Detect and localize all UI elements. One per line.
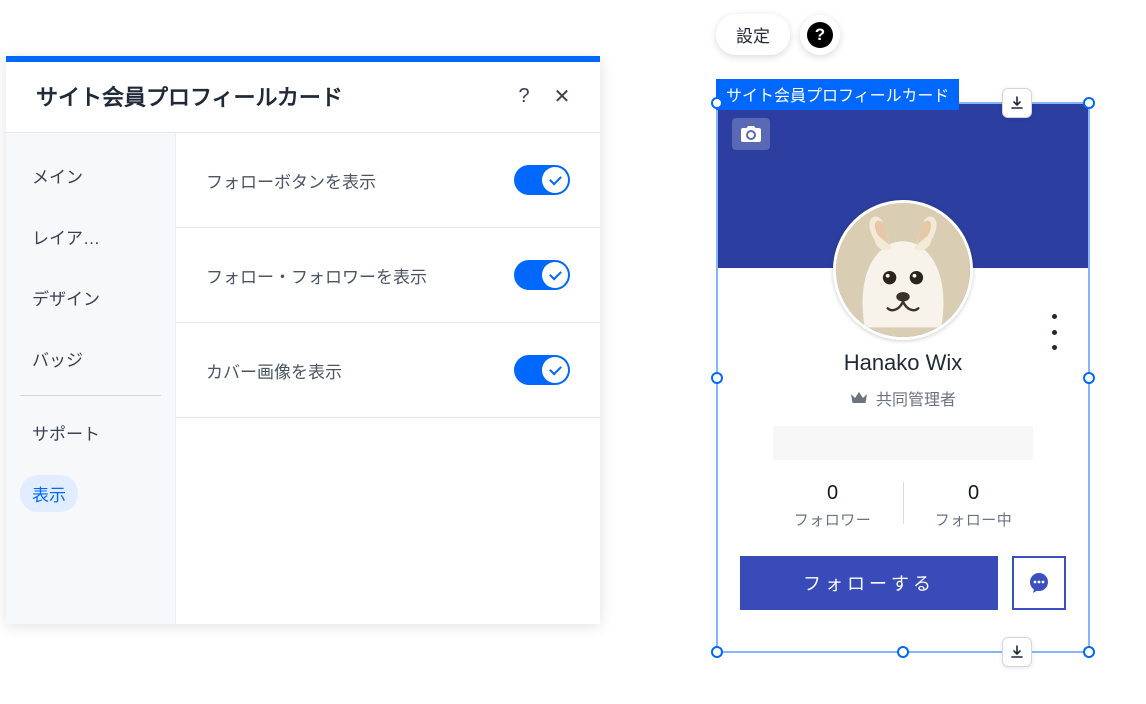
profile-card-preview[interactable]: Hanako Wix 共同管理者 0 フォロワー 0 フォロー中 フォローする xyxy=(716,102,1090,653)
sidebar-item-design[interactable]: デザイン xyxy=(20,279,161,316)
download-icon xyxy=(1009,95,1025,111)
role-row: 共同管理者 xyxy=(718,386,1088,410)
avatar[interactable] xyxy=(833,200,973,340)
setting-row-cover-image: カバー画像を表示 xyxy=(176,323,600,418)
panel-title: サイト会員プロフィールカード xyxy=(36,80,500,112)
selected-component-label: サイト会員プロフィールカード xyxy=(716,79,959,110)
role-label: 共同管理者 xyxy=(876,386,956,410)
check-icon xyxy=(549,362,562,375)
followers-count: 0 xyxy=(763,482,903,505)
toggle-knob xyxy=(542,357,568,383)
toggle-knob xyxy=(542,167,568,193)
crown-icon xyxy=(850,391,868,405)
sidebar-item-layout[interactable]: レイア… xyxy=(20,218,161,255)
setting-label: フォロー・フォロワーを表示 xyxy=(206,263,427,288)
help-button[interactable]: ? xyxy=(800,15,840,55)
sidebar-item-main[interactable]: メイン xyxy=(20,157,161,194)
close-icon[interactable]: ✕ xyxy=(548,82,576,110)
settings-panel: サイト会員プロフィールカード ? ✕ メイン レイア… デザイン バッジ サポー… xyxy=(6,56,600,624)
help-icon[interactable]: ? xyxy=(510,82,538,110)
setting-label: フォローボタンを表示 xyxy=(206,168,376,193)
resize-handle-tr[interactable] xyxy=(1083,97,1095,109)
resize-handle-br[interactable] xyxy=(1083,646,1095,658)
resize-handle-l[interactable] xyxy=(711,372,723,384)
follow-stats: 0 フォロワー 0 フォロー中 xyxy=(718,482,1088,530)
follow-button[interactable]: フォローする xyxy=(740,556,998,610)
toggle-cover-image[interactable] xyxy=(514,355,570,385)
settings-sidebar: メイン レイア… デザイン バッジ サポート 表示 xyxy=(6,133,176,624)
sidebar-item-support[interactable]: サポート xyxy=(20,414,161,451)
panel-header: サイト会員プロフィールカード ? ✕ xyxy=(6,62,600,133)
display-name: Hanako Wix xyxy=(718,350,1088,376)
stretch-bottom-button[interactable] xyxy=(1002,637,1032,667)
toggle-follow-button[interactable] xyxy=(514,165,570,195)
card-actions: フォローする xyxy=(718,556,1088,632)
resize-handle-r[interactable] xyxy=(1083,372,1095,384)
chat-button[interactable] xyxy=(1012,556,1066,610)
setting-row-follow-button: フォローボタンを表示 xyxy=(176,133,600,228)
avatar-image xyxy=(836,203,970,337)
toggle-knob xyxy=(542,262,568,288)
following-label: フォロー中 xyxy=(904,509,1044,530)
followers-stat[interactable]: 0 フォロワー xyxy=(763,482,903,530)
open-settings-button[interactable]: 設定 xyxy=(716,14,790,55)
followers-label: フォロワー xyxy=(763,509,903,530)
question-icon: ? xyxy=(807,22,833,48)
settings-content: フォローボタンを表示 フォロー・フォロワーを表示 カバー画像を表示 xyxy=(176,133,600,624)
stretch-top-button[interactable] xyxy=(1002,88,1032,118)
resize-handle-t[interactable] xyxy=(897,97,909,109)
check-icon xyxy=(549,172,562,185)
resize-handle-tl[interactable] xyxy=(711,97,723,109)
following-count: 0 xyxy=(904,482,1044,505)
camera-icon xyxy=(741,126,761,142)
sidebar-item-display[interactable]: 表示 xyxy=(20,475,78,512)
panel-body: メイン レイア… デザイン バッジ サポート 表示 フォローボタンを表示 フォロ… xyxy=(6,133,600,624)
component-action-bar: 設定 ? xyxy=(716,14,840,55)
download-icon xyxy=(1009,644,1025,660)
sidebar-item-badge[interactable]: バッジ xyxy=(20,340,161,377)
sidebar-divider xyxy=(20,395,161,396)
resize-handle-bl[interactable] xyxy=(711,646,723,658)
resize-handle-b[interactable] xyxy=(897,646,909,658)
more-menu-button[interactable] xyxy=(1042,314,1066,350)
following-stat[interactable]: 0 フォロー中 xyxy=(904,482,1044,530)
check-icon xyxy=(549,267,562,280)
chat-icon xyxy=(1027,571,1051,595)
change-cover-button[interactable] xyxy=(732,118,770,150)
bio-placeholder xyxy=(773,426,1033,460)
toggle-follow-stats[interactable] xyxy=(514,260,570,290)
setting-label: カバー画像を表示 xyxy=(206,358,342,383)
setting-row-follow-stats: フォロー・フォロワーを表示 xyxy=(176,228,600,323)
